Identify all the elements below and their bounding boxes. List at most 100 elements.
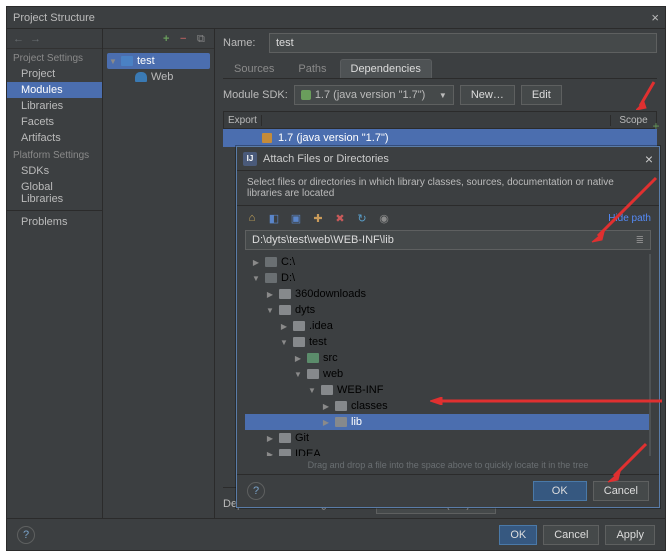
tree-node[interactable]: ▼ web	[245, 366, 649, 382]
tree-node[interactable]: ▶ C:\	[245, 254, 649, 270]
tree-node-label: dyts	[295, 304, 315, 316]
dialog-cancel-button[interactable]: Cancel	[593, 481, 649, 501]
tree-node-label: Git	[295, 432, 309, 444]
module-icon	[121, 56, 133, 66]
tree-node-label: D:\	[281, 272, 295, 284]
expand-arrow-icon[interactable]: ▶	[251, 258, 261, 267]
file-tree[interactable]: ▶ C:\ ▼ D:\ ▶360downloads ▼ dyts ▶ .idea ▼test ▶ sr…	[245, 254, 651, 456]
ok-button[interactable]: OK	[499, 525, 537, 545]
disk-icon	[265, 273, 277, 283]
module-node-web[interactable]: Web	[107, 69, 210, 85]
tree-node[interactable]: ▼WEB-INF	[245, 382, 649, 398]
expand-arrow-icon[interactable]: ▶	[321, 418, 331, 427]
back-icon[interactable]: ←	[13, 33, 24, 45]
tree-node-label: web	[323, 368, 343, 380]
folder-icon	[293, 337, 305, 347]
tab-sources[interactable]: Sources	[223, 59, 285, 78]
folder-icon	[279, 449, 291, 456]
sidebar-item-global-libraries[interactable]: Global Libraries	[7, 179, 102, 207]
dialog-close-icon[interactable]: ×	[645, 151, 653, 167]
modules-column: + − ⧉ ▼ test Web	[103, 29, 215, 518]
sidebar-item-modules[interactable]: Modules	[7, 82, 102, 98]
sidebar-item-facets[interactable]: Facets	[7, 114, 102, 130]
tree-node[interactable]: ▼ D:\	[245, 270, 649, 286]
apply-button[interactable]: Apply	[605, 525, 655, 545]
bottom-bar: ? OK Cancel Apply	[7, 518, 665, 550]
dialog-help-button[interactable]: ?	[247, 482, 265, 500]
add-dependency-icon[interactable]: +	[652, 119, 659, 133]
tree-node[interactable]: ▼ dyts	[245, 302, 649, 318]
titlebar[interactable]: Project Structure ×	[7, 7, 665, 29]
tree-node[interactable]: ▶ lib	[245, 414, 649, 430]
module-node-test[interactable]: ▼ test	[107, 53, 210, 69]
project-dir-icon[interactable]: ◧	[267, 211, 281, 225]
tree-node[interactable]: ▶360downloads	[245, 286, 649, 302]
sidebar-item-project[interactable]: Project	[7, 66, 102, 82]
forward-icon[interactable]: →	[30, 33, 41, 45]
new-folder-icon[interactable]: ✚	[311, 211, 325, 225]
dialog-ok-button[interactable]: OK	[533, 481, 587, 501]
tree-node-label: IDEA	[295, 448, 321, 456]
expand-arrow-icon[interactable]: ▶	[279, 322, 289, 331]
tree-node-label: .idea	[309, 320, 333, 332]
tab-paths[interactable]: Paths	[287, 59, 337, 78]
expand-arrow-icon[interactable]: ▶	[265, 290, 275, 299]
edit-sdk-button[interactable]: Edit	[521, 85, 562, 105]
sidebar-item-sdks[interactable]: SDKs	[7, 163, 102, 179]
attach-files-dialog: IJ Attach Files or Directories × Select …	[236, 146, 660, 508]
cancel-button[interactable]: Cancel	[543, 525, 599, 545]
tree-node-label: src	[323, 352, 338, 364]
history-dropdown-icon[interactable]: ≣	[636, 235, 644, 246]
dependencies-header: Export Scope	[223, 111, 657, 129]
expand-arrow-icon[interactable]: ▶	[321, 402, 331, 411]
tree-node-label: C:\	[281, 256, 295, 268]
expand-arrow-icon[interactable]: ▶	[265, 434, 275, 443]
folder-icon	[293, 321, 305, 331]
help-button[interactable]: ?	[17, 526, 35, 544]
tree-node[interactable]: ▼test	[245, 334, 649, 350]
expand-arrow-icon[interactable]: ▼	[307, 386, 317, 395]
tree-node[interactable]: ▶ Git	[245, 430, 649, 446]
folder-icon	[279, 305, 291, 315]
folder-icon	[307, 369, 319, 379]
section-project-settings: Project Settings	[7, 49, 102, 66]
show-hidden-icon[interactable]: ◉	[377, 211, 391, 225]
folder-icon	[335, 417, 347, 427]
new-sdk-button[interactable]: New…	[460, 85, 515, 105]
expand-arrow-icon[interactable]: ▼	[279, 338, 289, 347]
tab-dependencies[interactable]: Dependencies	[340, 59, 432, 78]
col-export: Export	[224, 115, 262, 126]
module-tabs: Sources Paths Dependencies	[223, 59, 657, 79]
remove-module-icon[interactable]: −	[180, 33, 191, 44]
dialog-description: Select files or directories in which lib…	[237, 171, 659, 206]
expand-arrow-icon[interactable]: ▼	[293, 370, 303, 379]
dependency-row-sdk[interactable]: 1.7 (java version "1.7")	[223, 129, 657, 147]
expand-arrow-icon[interactable]: ▶	[293, 354, 303, 363]
tree-node[interactable]: ▶ .idea	[245, 318, 649, 334]
module-sdk-select[interactable]: 1.7 (java version "1.7") ▼	[294, 85, 454, 105]
sidebar-item-libraries[interactable]: Libraries	[7, 98, 102, 114]
expand-arrow-icon[interactable]: ▼	[251, 274, 261, 283]
tree-node[interactable]: ▶ src	[245, 350, 649, 366]
module-name-input[interactable]	[269, 33, 657, 53]
delete-icon[interactable]: ✖	[333, 211, 347, 225]
name-label: Name:	[223, 37, 263, 49]
sidebar-item-problems[interactable]: Problems	[7, 214, 102, 230]
refresh-icon[interactable]: ↻	[355, 211, 369, 225]
expand-arrow-icon[interactable]: ▶	[265, 450, 275, 457]
sidebar-item-artifacts[interactable]: Artifacts	[7, 130, 102, 146]
home-icon[interactable]: ⌂	[245, 211, 259, 225]
copy-module-icon[interactable]: ⧉	[197, 33, 208, 44]
window-close-icon[interactable]: ×	[651, 10, 659, 25]
path-input[interactable]: D:\dyts\test\web\WEB-INF\lib ≣	[245, 230, 651, 250]
window-title: Project Structure	[13, 12, 651, 24]
expand-arrow-icon[interactable]: ▼	[265, 306, 275, 315]
module-dir-icon[interactable]: ▣	[289, 211, 303, 225]
add-module-icon[interactable]: +	[163, 33, 174, 44]
folder-icon	[335, 401, 347, 411]
hide-path-link[interactable]: Hide path	[608, 213, 651, 224]
tree-node[interactable]: ▶classes	[245, 398, 649, 414]
tree-node[interactable]: ▶ IDEA	[245, 446, 649, 456]
dialog-titlebar[interactable]: IJ Attach Files or Directories ×	[237, 147, 659, 171]
tree-node-label: lib	[351, 416, 362, 428]
